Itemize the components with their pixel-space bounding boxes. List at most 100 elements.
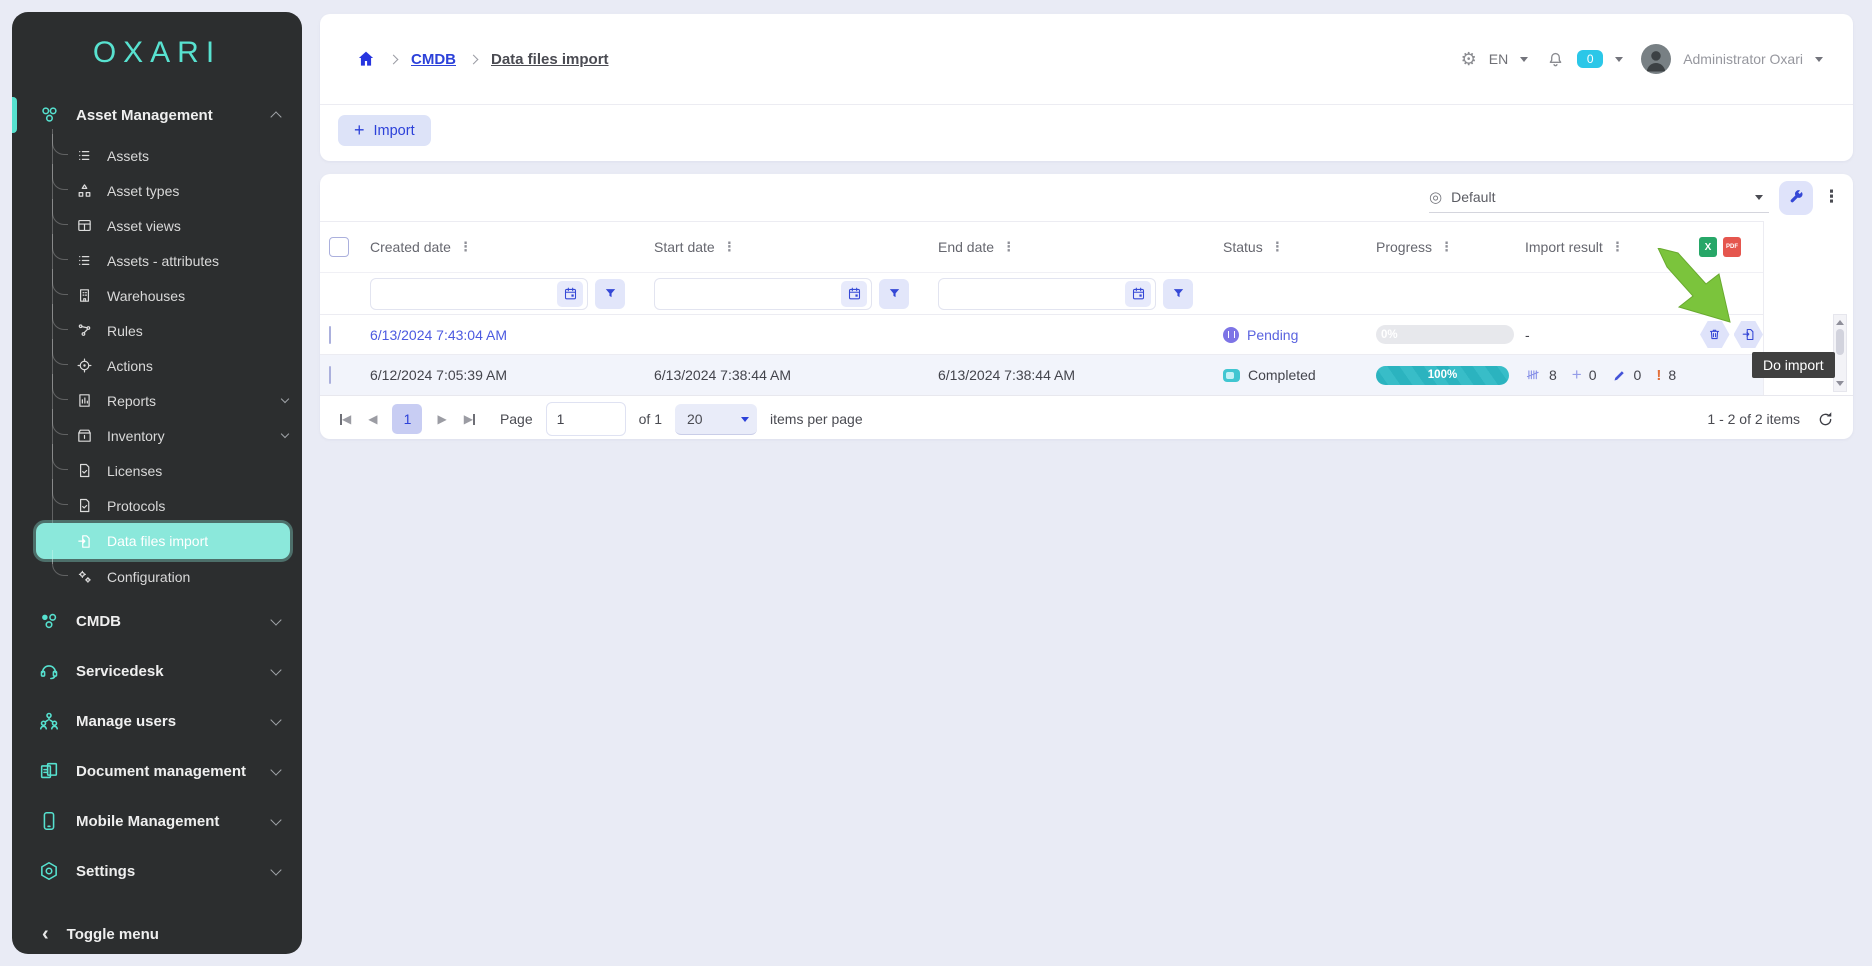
inventory-icon [76,427,93,444]
sidebar-item-warehouses[interactable]: Warehouses [52,278,294,313]
language-selector[interactable]: EN [1489,51,1508,67]
table-row[interactable]: 6/12/2024 7:05:39 AM 6/13/2024 7:38:44 A… [320,354,1763,395]
column-menu-kebab[interactable]: ⋮ [723,241,736,254]
toggle-menu-button[interactable]: ‹ Toggle menu [12,924,302,944]
column-menu-kebab[interactable]: ⋮ [1002,241,1015,254]
users-icon [38,710,60,732]
view-icon: ◎ [1429,188,1442,206]
start-date-filter-input[interactable] [654,280,841,308]
sidebar-item-actions[interactable]: Actions [52,348,294,383]
end-date-filter-input[interactable] [938,280,1125,308]
grid-menu-kebab[interactable]: ⋮ [1823,189,1840,206]
column-header-progress[interactable]: Progress [1376,239,1432,255]
created-date-filter-input[interactable] [370,280,557,308]
row-checkbox[interactable] [329,366,331,384]
caret-down-icon[interactable] [1520,57,1528,66]
created-date-filter-button[interactable] [595,279,625,309]
sidebar-item-cmdb[interactable]: CMDB [12,598,302,644]
calendar-button[interactable] [1125,281,1151,307]
sidebar-item-asset-types[interactable]: Asset types [52,173,294,208]
page-number-input[interactable] [546,402,626,436]
license-icon [76,462,93,479]
completed-status-icon [1223,369,1240,382]
column-menu-kebab[interactable]: ⋮ [1271,241,1284,254]
page-size-dropdown[interactable]: 20 [675,404,757,435]
sidebar-item-mobile-management[interactable]: Mobile Management [12,798,302,844]
previous-page-button[interactable]: ◀ [366,410,379,428]
import-arrow-icon [1741,327,1756,342]
grid-settings-button[interactable] [1779,181,1813,215]
calendar-button[interactable] [557,281,583,307]
sidebar-item-licenses[interactable]: Licenses [52,453,294,488]
created-date-link[interactable]: 6/13/2024 7:43:04 AM [370,327,507,343]
sidebar-item-rules[interactable]: Rules [52,313,294,348]
user-name[interactable]: Administrator Oxari [1683,51,1803,67]
import-result-cell: - [1525,327,1699,343]
notification-count-badge[interactable]: 0 [1577,50,1603,68]
row-checkbox[interactable] [329,326,331,344]
processed-count: 8 [1549,367,1557,383]
scroll-up-arrow-icon[interactable] [1836,316,1844,325]
next-page-button[interactable]: ▶ [435,410,448,428]
import-button[interactable]: + Import [338,115,431,146]
progress-value: 100% [1428,369,1457,381]
last-page-button[interactable]: ▶ [462,410,477,428]
start-date-cell: 6/13/2024 7:38:44 AM [654,367,938,383]
chevron-down-icon [281,430,289,438]
column-header-end-date[interactable]: End date [938,239,994,255]
column-header-import-result[interactable]: Import result [1525,239,1603,255]
first-page-button[interactable]: ◀ [338,410,353,428]
settings-gear-icon[interactable]: ⚙ [1461,49,1477,70]
sidebar-item-settings[interactable]: Settings [12,848,302,894]
status-label: Completed [1248,367,1316,383]
scrollbar-thumb[interactable] [1836,329,1844,355]
calendar-button[interactable] [841,281,867,307]
view-selector-dropdown[interactable]: ◎ Default [1429,182,1769,213]
current-page-button[interactable]: 1 [392,404,422,434]
target-icon [76,357,93,374]
column-menu-kebab[interactable]: ⋮ [1611,241,1624,254]
sidebar-item-asset-views[interactable]: Asset views [52,208,294,243]
delete-row-button[interactable] [1700,321,1730,348]
start-date-filter-button[interactable] [879,279,909,309]
end-date-cell: 6/13/2024 7:38:44 AM [938,367,1223,383]
sidebar-item-servicedesk[interactable]: Servicedesk [12,648,302,694]
column-header-status[interactable]: Status [1223,239,1263,255]
sidebar-item-assets[interactable]: Assets [52,138,294,173]
sidebar-item-data-files-import[interactable]: Data files import [36,523,290,559]
breadcrumb-cmdb-link[interactable]: CMDB [411,51,456,68]
actions-bar: + Import [320,105,1853,146]
progress-bar: 100% [1376,366,1509,385]
added-plus-icon: + [1572,365,1582,385]
notifications-bell-icon[interactable] [1546,50,1565,69]
chevron-down-icon [270,764,281,775]
scroll-down-arrow-icon[interactable] [1836,381,1844,390]
select-all-checkbox[interactable] [329,237,349,257]
column-menu-kebab[interactable]: ⋮ [1440,241,1453,254]
flow-icon [76,322,93,339]
sidebar-item-configuration[interactable]: Configuration [52,559,294,594]
export-pdf-icon[interactable]: PDF [1723,237,1741,257]
end-date-filter-button[interactable] [1163,279,1193,309]
table-vertical-scrollbar[interactable] [1833,314,1847,392]
export-excel-icon[interactable]: X [1699,237,1717,257]
column-header-created-date[interactable]: Created date [370,239,451,255]
column-menu-kebab[interactable]: ⋮ [459,241,472,254]
refresh-icon[interactable] [1816,410,1835,429]
sidebar-item-reports[interactable]: Reports [52,383,294,418]
column-header-start-date[interactable]: Start date [654,239,715,255]
user-avatar[interactable] [1641,44,1671,74]
home-icon[interactable] [356,49,376,69]
app-root: { "brand": {"logo_text": "OXARI"}, "head… [0,0,1872,966]
caret-down-icon[interactable] [1815,57,1823,66]
do-import-button[interactable] [1734,321,1764,348]
caret-down-icon[interactable] [1615,57,1623,66]
table-row[interactable]: 6/13/2024 7:43:04 AM Pending 0% - [320,315,1763,354]
processed-tally-icon [1525,367,1542,384]
sidebar-item-manage-users[interactable]: Manage users [12,698,302,744]
sidebar-item-protocols[interactable]: Protocols [52,488,294,523]
sidebar-item-document-management[interactable]: Document management [12,748,302,794]
sidebar-item-assets-attributes[interactable]: Assets - attributes [52,243,294,278]
import-button-label: Import [374,123,415,139]
sidebar-item-inventory[interactable]: Inventory [52,418,294,453]
